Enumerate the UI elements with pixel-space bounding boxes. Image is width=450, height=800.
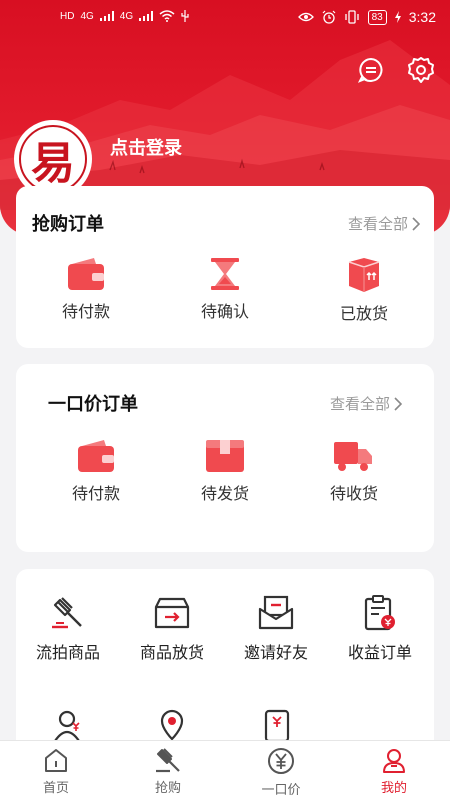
- wifi-icon: [159, 10, 175, 22]
- tab-label: 首页: [42, 780, 69, 795]
- login-link[interactable]: 点击登录: [110, 134, 182, 160]
- order-label: 待确认: [200, 304, 249, 321]
- fixed-price-orders-card: 一口价订单 查看全部 待付款 待发货 待收货: [16, 364, 434, 552]
- envelope-icon: [258, 595, 294, 630]
- status-left: HD 4G 4G: [60, 10, 189, 22]
- status-time: 3:32: [408, 9, 436, 25]
- tab-label: 一口价: [261, 782, 301, 797]
- tools-card: 流拍商品 商品放货 邀请好友 收益订单: [16, 569, 434, 759]
- order-label: 已放货: [339, 306, 388, 323]
- fixed-pending-payment[interactable]: 待付款: [46, 440, 146, 504]
- usb-icon: [181, 10, 189, 22]
- order-label: 待付款: [71, 486, 120, 503]
- yuan-circle-icon: [268, 748, 294, 774]
- chevron-right-icon: [412, 216, 420, 231]
- gavel-icon: [156, 748, 180, 773]
- tab-label: 我的: [380, 780, 407, 795]
- hourglass-icon: [211, 258, 239, 290]
- wallet-icon: [68, 258, 104, 290]
- message-icon[interactable]: [357, 56, 385, 84]
- wallet-icon: [78, 440, 114, 472]
- order-label: 待付款: [61, 304, 110, 321]
- network-4g-label: 4G: [80, 10, 94, 22]
- truck-icon: [334, 442, 372, 471]
- tool-label: 商品放货: [139, 645, 204, 662]
- snapup-orders-card: 抢购订单 查看全部 待付款 待确认 已放货: [16, 186, 434, 348]
- chevron-right-icon: [394, 396, 402, 411]
- eye-icon: [297, 12, 314, 22]
- snapup-pending-confirm[interactable]: 待确认: [175, 258, 275, 322]
- tool-item-shipping[interactable]: 商品放货: [120, 595, 224, 663]
- signal-icon-2: [139, 11, 154, 21]
- person-yuan-icon[interactable]: [53, 709, 85, 741]
- status-bar: HD 4G 4G 83 3:32: [0, 0, 450, 36]
- network-4g-label-2: 4G: [119, 10, 134, 22]
- fixed-pending-receipt[interactable]: 待收货: [304, 440, 404, 504]
- view-all-label: 查看全部: [329, 396, 390, 413]
- vibrate-icon: [344, 10, 359, 24]
- tab-snapup[interactable]: 抢购: [128, 747, 208, 796]
- tool-invite-friends[interactable]: 邀请好友: [224, 595, 328, 663]
- order-label: 待收货: [329, 486, 378, 503]
- snapup-view-all-link[interactable]: 查看全部: [348, 213, 420, 234]
- tab-mine[interactable]: 我的: [354, 747, 434, 796]
- settings-icon[interactable]: [407, 56, 435, 84]
- inbox-icon: [154, 597, 190, 629]
- bottom-tab-bar: 首页 抢购 一口价 我的: [0, 740, 450, 800]
- order-label: 待发货: [200, 486, 249, 503]
- gavel-icon: [52, 597, 82, 629]
- user-icon: [383, 749, 405, 773]
- battery-indicator: 83: [367, 9, 387, 25]
- fixed-price-view-all-link[interactable]: 查看全部: [330, 393, 402, 414]
- tool-label: 收益订单: [347, 645, 412, 662]
- package-icon: [206, 440, 244, 472]
- snapup-orders-title: 抢购订单: [32, 214, 104, 234]
- charging-icon: [394, 11, 401, 23]
- hd-label: HD: [60, 10, 75, 22]
- location-icon[interactable]: [156, 709, 188, 741]
- tab-fixed-price[interactable]: 一口价: [241, 747, 321, 798]
- signal-icon: [99, 11, 114, 21]
- avatar-logo: 易: [19, 125, 87, 193]
- clipboard-money-icon: [364, 595, 395, 631]
- fixed-pending-shipment[interactable]: 待发货: [175, 440, 275, 504]
- tool-unsold-items[interactable]: 流拍商品: [16, 595, 120, 663]
- tool-label: 邀请好友: [243, 645, 308, 662]
- view-all-label: 查看全部: [347, 216, 408, 233]
- tool-label: 流拍商品: [35, 645, 100, 662]
- tab-home[interactable]: 首页: [16, 747, 96, 796]
- snapup-pending-payment[interactable]: 待付款: [36, 258, 136, 322]
- status-right: 83 3:32: [297, 9, 436, 25]
- tool-earnings-orders[interactable]: 收益订单: [328, 595, 432, 663]
- snapup-shipped[interactable]: 已放货: [314, 258, 414, 324]
- tab-label: 抢购: [154, 780, 181, 795]
- box-icon: [348, 258, 380, 292]
- phone-yuan-icon[interactable]: [261, 709, 293, 741]
- home-icon: [45, 749, 67, 772]
- alarm-icon: [322, 10, 336, 24]
- fixed-price-orders-title: 一口价订单: [48, 394, 138, 414]
